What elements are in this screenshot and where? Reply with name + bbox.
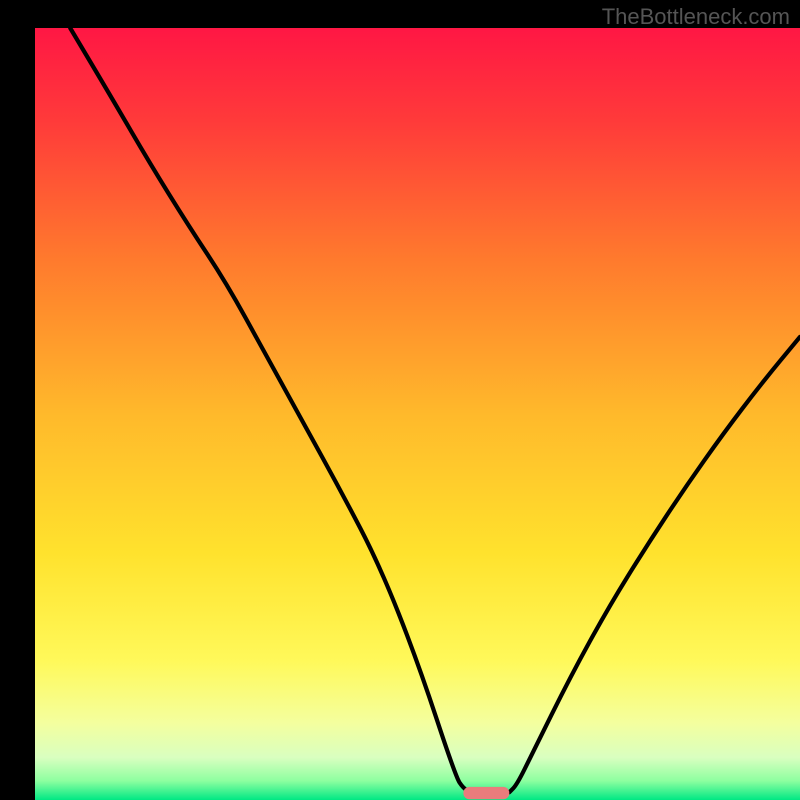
chart-gradient-bg	[35, 28, 800, 800]
chart-container: TheBottleneck.com	[0, 0, 800, 800]
watermark-text: TheBottleneck.com	[602, 4, 790, 30]
optimal-marker	[463, 787, 509, 799]
bottleneck-chart	[0, 0, 800, 800]
